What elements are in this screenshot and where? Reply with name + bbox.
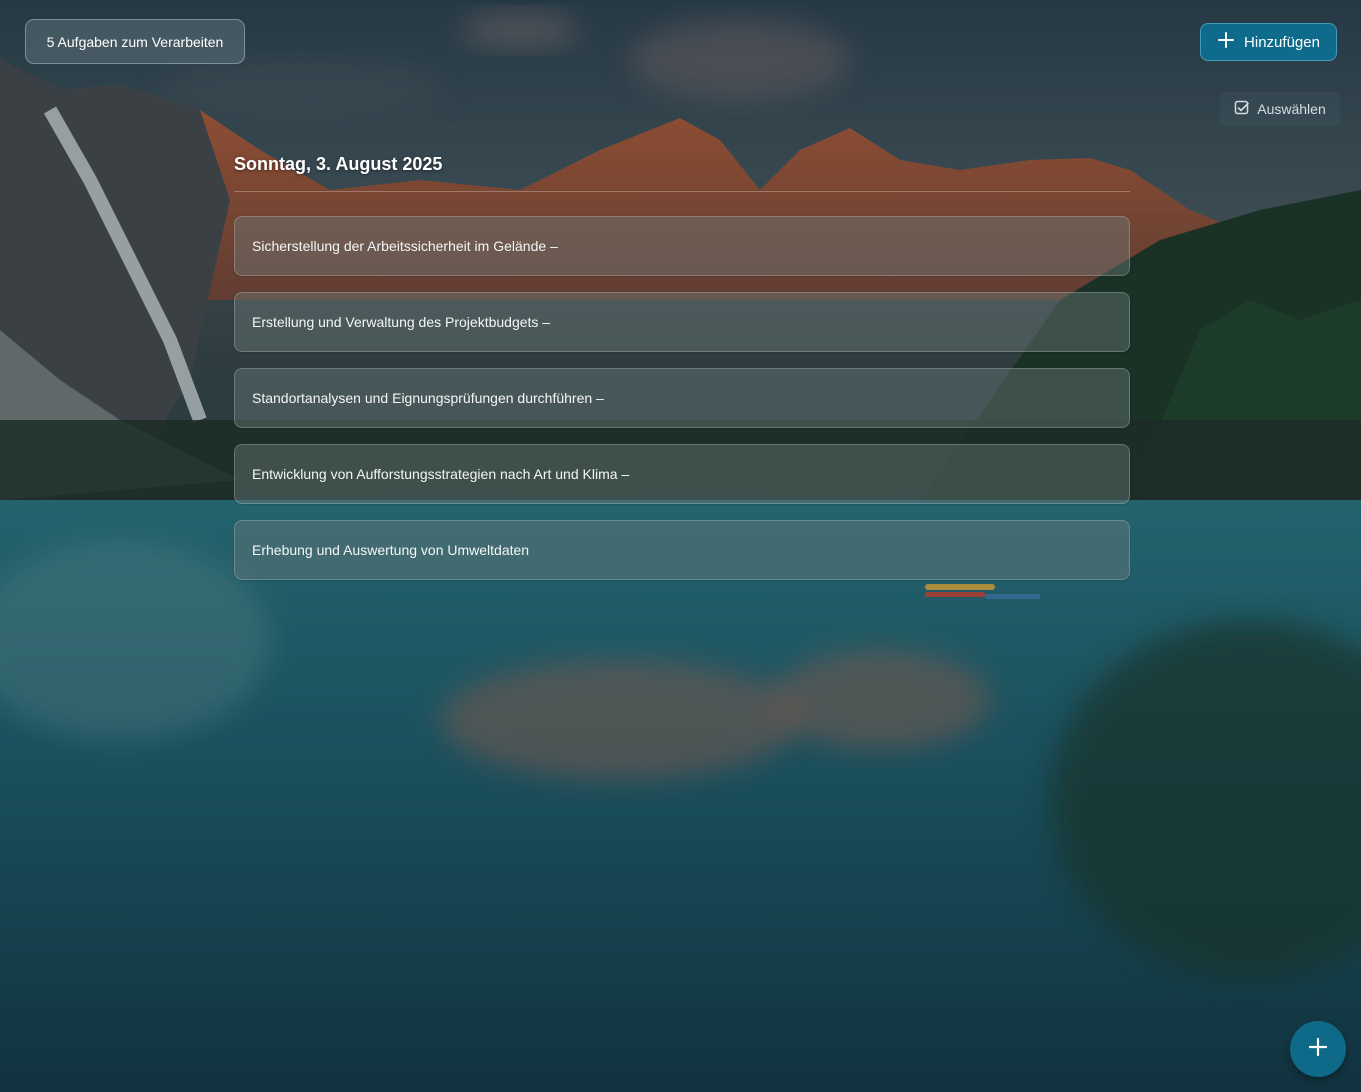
- task-card[interactable]: Erstellung und Verwaltung des Projektbud…: [234, 292, 1130, 352]
- task-title: Entwicklung von Aufforstungsstrategien n…: [252, 466, 630, 482]
- select-button-label: Auswählen: [1257, 101, 1326, 117]
- floating-add-button[interactable]: [1290, 1021, 1346, 1077]
- task-title: Sicherstellung der Arbeitssicherheit im …: [252, 238, 558, 254]
- task-title: Erstellung und Verwaltung des Projektbud…: [252, 314, 551, 330]
- pending-tasks-button[interactable]: 5 Aufgaben zum Verarbeiten: [25, 19, 245, 64]
- task-title: Standortanalysen und Eignungsprüfungen d…: [252, 390, 604, 406]
- task-list: Sicherstellung der Arbeitssicherheit im …: [234, 216, 1130, 596]
- checkbox-icon: [1234, 100, 1250, 119]
- pending-tasks-label: 5 Aufgaben zum Verarbeiten: [46, 33, 224, 50]
- task-card[interactable]: Entwicklung von Aufforstungsstrategien n…: [234, 444, 1130, 504]
- date-heading: Sonntag, 3. August 2025: [234, 154, 443, 174]
- plus-icon: [1307, 1036, 1329, 1063]
- plus-icon: [1217, 31, 1235, 53]
- add-button[interactable]: Hinzufügen: [1200, 23, 1337, 61]
- task-card[interactable]: Sicherstellung der Arbeitssicherheit im …: [234, 216, 1130, 276]
- date-divider: [234, 191, 1130, 192]
- add-button-label: Hinzufügen: [1244, 33, 1320, 51]
- task-card[interactable]: Standortanalysen und Eignungsprüfungen d…: [234, 368, 1130, 428]
- select-button[interactable]: Auswählen: [1220, 92, 1340, 126]
- task-title: Erhebung und Auswertung von Umweltdaten: [252, 542, 530, 558]
- task-card[interactable]: Erhebung und Auswertung von Umweltdaten: [234, 520, 1130, 580]
